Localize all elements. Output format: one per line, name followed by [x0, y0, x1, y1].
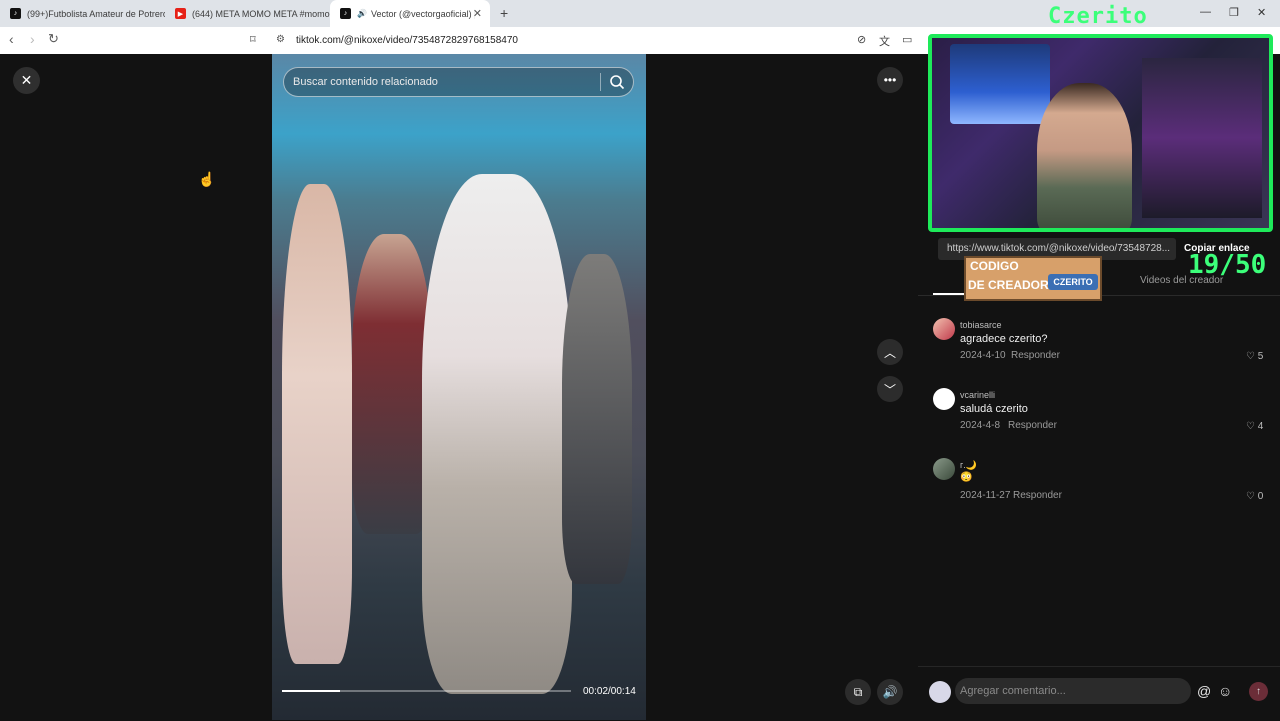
- search-icon[interactable]: [609, 74, 625, 90]
- comment-item: tobiasarce agradece czerito? 2024-4-10 R…: [933, 317, 1273, 367]
- share-link-text: https://www.tiktok.com/@nikoxe/video/735…: [947, 243, 1171, 254]
- speaker-icon: 🔊: [357, 9, 367, 18]
- youtube-icon: ▶: [175, 8, 186, 19]
- browser-tab-2[interactable]: ▶ (644) META MOMO META #momola: [165, 0, 330, 27]
- forward-button[interactable]: ›: [30, 31, 35, 47]
- comment-item: vcarinelli saludá czerito 2024-4-8 Respo…: [933, 387, 1273, 437]
- reload-button[interactable]: ↻: [48, 31, 59, 47]
- tab-title: (644) META MOMO META #momola: [192, 8, 330, 19]
- comment-user[interactable]: vcarinelli: [960, 390, 995, 400]
- reply-button[interactable]: Responder: [1013, 490, 1062, 501]
- like-button[interactable]: ♡ 4: [1246, 421, 1263, 432]
- restore-icon[interactable]: ❐: [1229, 6, 1239, 19]
- more-options-button[interactable]: •••: [877, 67, 903, 93]
- like-button[interactable]: ♡ 5: [1246, 351, 1263, 362]
- video-progress-fill: [282, 690, 340, 692]
- video-time: 00:02/00:14: [583, 686, 636, 697]
- heart-icon: ♡: [1246, 421, 1255, 432]
- next-video-button[interactable]: ﹀: [877, 376, 903, 402]
- search-divider: [600, 73, 601, 91]
- comment-date: 2024-4-10: [960, 350, 1006, 361]
- avatar[interactable]: [933, 388, 955, 410]
- bookmark-icon[interactable]: ⌑: [250, 33, 256, 46]
- comment-text: saludá czerito: [960, 403, 1028, 415]
- browser-tab-1[interactable]: ♪ (99+)Futbolista Amateur de Potrero (: [0, 0, 165, 27]
- reply-button[interactable]: Responder: [1011, 350, 1060, 361]
- avatar[interactable]: [933, 458, 955, 480]
- mention-icon[interactable]: @: [1197, 683, 1211, 699]
- send-comment-button[interactable]: ↑: [1249, 682, 1268, 701]
- webcam-overlay: [928, 34, 1273, 232]
- reply-button[interactable]: Responder: [1008, 420, 1057, 431]
- creator-code-badge: CZERITO: [1048, 274, 1098, 290]
- close-tab-icon[interactable]: ✕: [473, 7, 482, 20]
- creator-code-line1: CODIGO: [970, 259, 1019, 273]
- avatar[interactable]: [933, 318, 955, 340]
- previous-video-button[interactable]: ︿: [877, 339, 903, 365]
- volume-button[interactable]: 🔊: [877, 679, 903, 705]
- like-count: 5: [1257, 351, 1264, 362]
- tiktok-icon: ♪: [10, 8, 21, 19]
- streamer-name: Czerito: [1048, 4, 1148, 29]
- emoji-icon[interactable]: ☺: [1218, 683, 1232, 699]
- back-button[interactable]: ‹: [9, 31, 14, 47]
- heart-icon: ♡: [1246, 491, 1255, 502]
- search-placeholder: Buscar contenido relacionado: [293, 76, 438, 88]
- tiktok-icon: ♪: [340, 8, 351, 19]
- creator-code-line2: DE CREADOR: [968, 278, 1049, 292]
- comment-text: agradece czerito?: [960, 333, 1048, 345]
- comment-placeholder: Agregar comentario...: [960, 685, 1066, 697]
- url-field[interactable]: tiktok.com/@nikoxe/video/735487282976815…: [296, 35, 518, 46]
- goal-counter: 19/50: [1188, 250, 1267, 280]
- like-count: 0: [1257, 491, 1264, 502]
- like-count: 4: [1257, 421, 1264, 432]
- comment-user[interactable]: tobiasarce: [960, 320, 1002, 330]
- tab-title: Vector (@vectorgaoficial) | Tik: [370, 8, 475, 19]
- site-info-icon[interactable]: ⚙: [276, 34, 285, 45]
- comment-text: 😳: [960, 472, 973, 483]
- heart-icon: ♡: [1246, 351, 1255, 362]
- no-track-icon[interactable]: ⊘: [857, 33, 866, 46]
- new-tab-button[interactable]: +: [500, 5, 508, 21]
- cast-icon[interactable]: ▭: [902, 33, 912, 46]
- comment-date: 2024-4-8: [960, 420, 1001, 431]
- minimize-icon[interactable]: —: [1200, 6, 1211, 18]
- close-video-button[interactable]: ✕: [13, 67, 40, 94]
- video-player[interactable]: [272, 54, 646, 720]
- picture-in-picture-button[interactable]: ⧉: [845, 679, 871, 705]
- tab-title: (99+)Futbolista Amateur de Potrero (: [27, 8, 165, 19]
- browser-tab-3[interactable]: ♪ 🔊 Vector (@vectorgaoficial) | Tik ✕: [330, 0, 490, 27]
- translate-icon[interactable]: 文: [879, 33, 890, 49]
- close-window-icon[interactable]: ✕: [1257, 6, 1266, 19]
- my-avatar: [929, 681, 951, 703]
- comment-date: 2024-11-27: [960, 490, 1011, 501]
- like-button[interactable]: ♡ 0: [1246, 491, 1263, 502]
- comment-item: ᴦ.🌙 😳 2024-11-27 Responder ♡ 0: [933, 457, 1273, 507]
- comment-user[interactable]: ᴦ.🌙: [960, 460, 977, 471]
- mouse-cursor-icon: ☝: [198, 171, 216, 187]
